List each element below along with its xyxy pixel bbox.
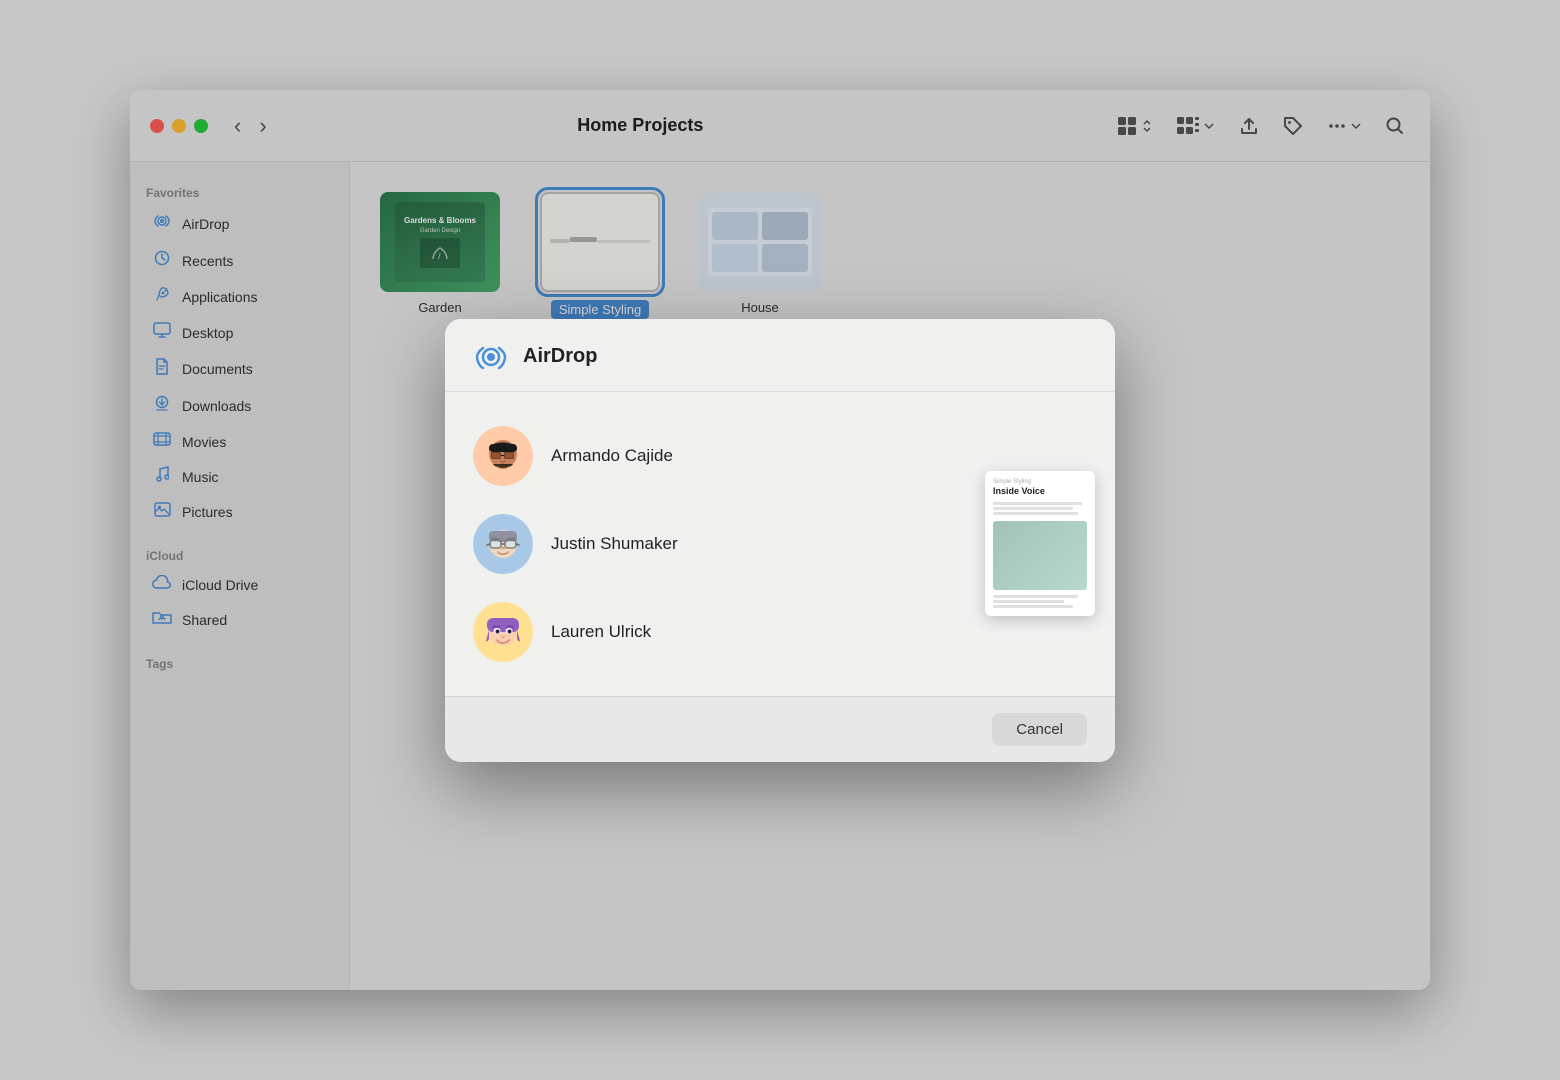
modal-footer: Cancel [445, 696, 1115, 762]
preview-image-block [993, 521, 1087, 590]
modal-title: AirDrop [523, 345, 597, 368]
modal-body: Armando Cajide [445, 392, 1115, 696]
airdrop-modal-icon [473, 339, 509, 375]
avatar-armando [473, 426, 533, 486]
file-preview: Simple Styling Inside Voice [985, 412, 1115, 676]
contact-item-lauren[interactable]: Lauren Ulrick [465, 588, 965, 676]
contact-item-justin[interactable]: Justin Shumaker [465, 500, 965, 588]
avatar-lauren [473, 602, 533, 662]
preview-bottom-lines [993, 595, 1087, 608]
armando-name: Armando Cajide [551, 446, 673, 466]
preview-subtitle: Simple Styling [993, 479, 1087, 485]
avatar-justin [473, 514, 533, 574]
preview-card: Simple Styling Inside Voice [985, 471, 1095, 616]
lauren-name: Lauren Ulrick [551, 622, 651, 642]
preview-main-title: Inside Voice [993, 486, 1087, 497]
modal-header: AirDrop [445, 319, 1115, 392]
airdrop-modal: AirDrop [445, 319, 1115, 762]
justin-name: Justin Shumaker [551, 534, 678, 554]
preview-text-lines [993, 502, 1087, 515]
finder-window: ‹ › Home Projects [130, 90, 1430, 990]
contact-item-armando[interactable]: Armando Cajide [465, 412, 965, 500]
modal-overlay: AirDrop [130, 90, 1430, 990]
cancel-button[interactable]: Cancel [992, 713, 1087, 746]
contacts-list: Armando Cajide [445, 412, 985, 676]
